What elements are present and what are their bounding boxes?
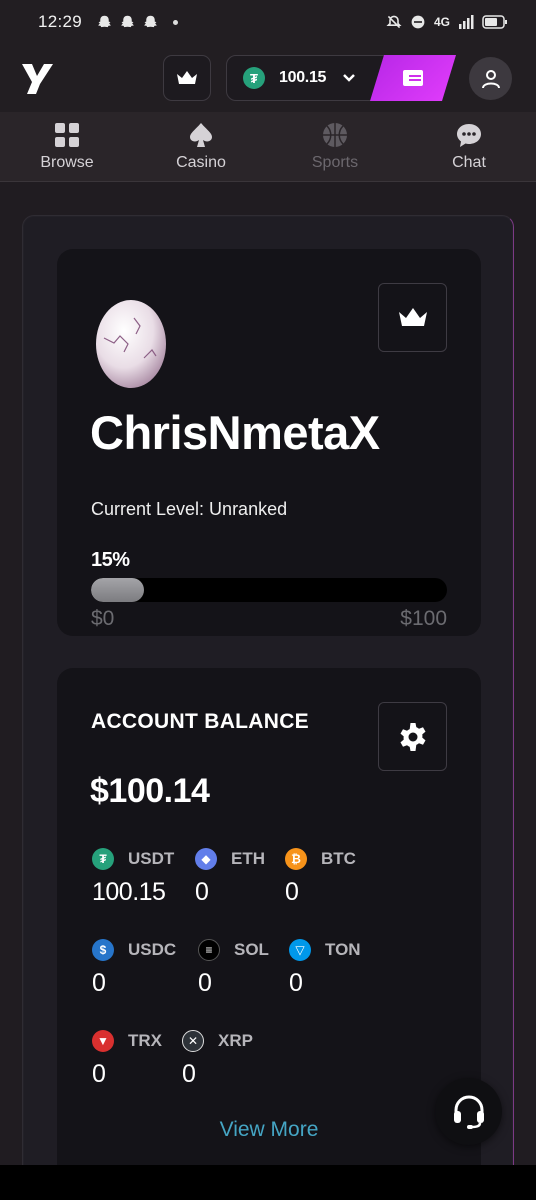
account-balance-card: ACCOUNT BALANCE $100.14 ₮ USDT 100.15 ◆ ET… [57, 668, 481, 1200]
snapchat-icon [144, 15, 157, 27]
status-bar: 12:29 4G [0, 0, 536, 44]
chat-bubble-icon [457, 123, 481, 147]
btc-icon: ₿ [285, 848, 307, 870]
tab-browse[interactable]: Browse [0, 112, 134, 181]
profile-button[interactable] [469, 57, 512, 100]
progress-percent: 15% [91, 549, 130, 571]
balance-selector[interactable]: ₮ 100.15 [226, 55, 386, 101]
sol-icon: ≡ [198, 939, 220, 961]
username: ChrisNmetaX [90, 406, 380, 459]
wallet-icon [401, 69, 425, 87]
asset-symbol: TON [325, 940, 361, 959]
do-not-disturb-icon [411, 15, 425, 29]
tab-label: Browse [40, 153, 94, 171]
egg-avatar [94, 288, 168, 395]
xrp-icon: ✕ [182, 1030, 204, 1052]
tab-casino[interactable]: Casino [134, 112, 268, 181]
tab-chat[interactable]: Chat [402, 112, 536, 181]
asset-sol: ≡ SOL 0 [198, 939, 269, 998]
asset-value: 0 [182, 1060, 196, 1088]
asset-symbol: BTC [321, 849, 356, 868]
app-header: ₮ 100.15 [0, 44, 536, 112]
status-right: 4G [386, 14, 508, 30]
account-balance-title: ACCOUNT BALANCE [91, 710, 309, 733]
crown-icon [398, 307, 427, 326]
spade-icon [190, 122, 212, 147]
asset-symbol: USDC [128, 940, 177, 959]
progress-max: $100 [400, 607, 447, 630]
chevron-down-icon [343, 74, 356, 82]
snapchat-icon [98, 15, 111, 27]
tether-icon: ₮ [243, 67, 265, 89]
asset-value: 0 [198, 969, 212, 997]
user-icon [481, 69, 500, 88]
wallet-button[interactable] [370, 55, 456, 101]
vip-button[interactable] [163, 55, 211, 101]
grid-icon [55, 122, 79, 147]
view-more-link[interactable]: View More [57, 1118, 481, 1142]
battery-icon [482, 15, 507, 29]
asset-value: 0 [92, 1060, 106, 1088]
asset-value: 0 [285, 878, 299, 906]
trx-icon: ▼ [92, 1030, 114, 1052]
asset-trx: ▼ TRX 0 [92, 1030, 162, 1089]
headset-icon [453, 1094, 484, 1129]
asset-symbol: SOL [234, 940, 269, 959]
balance-settings-button[interactable] [378, 702, 447, 771]
basketball-icon [323, 122, 347, 147]
notification-icons [96, 14, 159, 31]
asset-eth: ◆ ETH 0 [195, 848, 265, 907]
profile-card: ChrisNmetaX Current Level: Unranked 15% … [57, 249, 481, 636]
current-level: Current Level: Unranked [91, 499, 288, 519]
tab-sports[interactable]: Sports [268, 112, 402, 181]
tab-label: Casino [176, 153, 226, 171]
network-type: 4G [433, 15, 450, 29]
snapchat-icon [121, 15, 134, 27]
support-chat-button[interactable] [435, 1078, 502, 1145]
level-progress-bar [91, 578, 447, 602]
header-balance: 100.15 [279, 69, 327, 86]
main-nav: Browse Casino Sports Chat [0, 112, 536, 182]
asset-usdc: $ USDC 0 [92, 939, 176, 998]
tab-label: Chat [452, 153, 486, 171]
crown-icon [177, 71, 197, 84]
gear-icon [400, 722, 425, 751]
asset-symbol: USDT [128, 849, 175, 868]
ton-icon: ▽ [289, 939, 311, 961]
eth-icon: ◆ [195, 848, 217, 870]
tab-label: Sports [311, 153, 359, 171]
asset-symbol: XRP [218, 1031, 253, 1050]
asset-value: 0 [92, 969, 106, 997]
asset-ton: ▽ TON 0 [289, 939, 361, 998]
usdc-icon: $ [92, 939, 114, 961]
asset-btc: ₿ BTC 0 [285, 848, 356, 907]
asset-xrp: ✕ XRP 0 [182, 1030, 253, 1089]
asset-symbol: TRX [128, 1031, 162, 1050]
progress-fill [91, 578, 145, 602]
vip-rewards-button[interactable] [378, 283, 447, 352]
system-nav-bar [0, 1165, 536, 1200]
account-total: $100.14 [90, 772, 210, 810]
progress-min: $0 [91, 607, 115, 630]
asset-value: 100.15 [92, 878, 166, 906]
asset-value: 0 [289, 969, 303, 997]
brand-logo[interactable] [20, 58, 54, 103]
asset-usdt: ₮ USDT 100.15 [92, 848, 174, 907]
status-time: 12:29 [38, 12, 83, 31]
bell-off-icon [386, 15, 402, 29]
asset-symbol: ETH [231, 849, 265, 868]
more-notifications-dot [173, 19, 179, 25]
usdt-icon: ₮ [92, 848, 114, 870]
asset-value: 0 [195, 878, 209, 906]
profile-panel: ChrisNmetaX Current Level: Unranked 15% … [22, 215, 514, 1200]
signal-icon [459, 15, 474, 29]
